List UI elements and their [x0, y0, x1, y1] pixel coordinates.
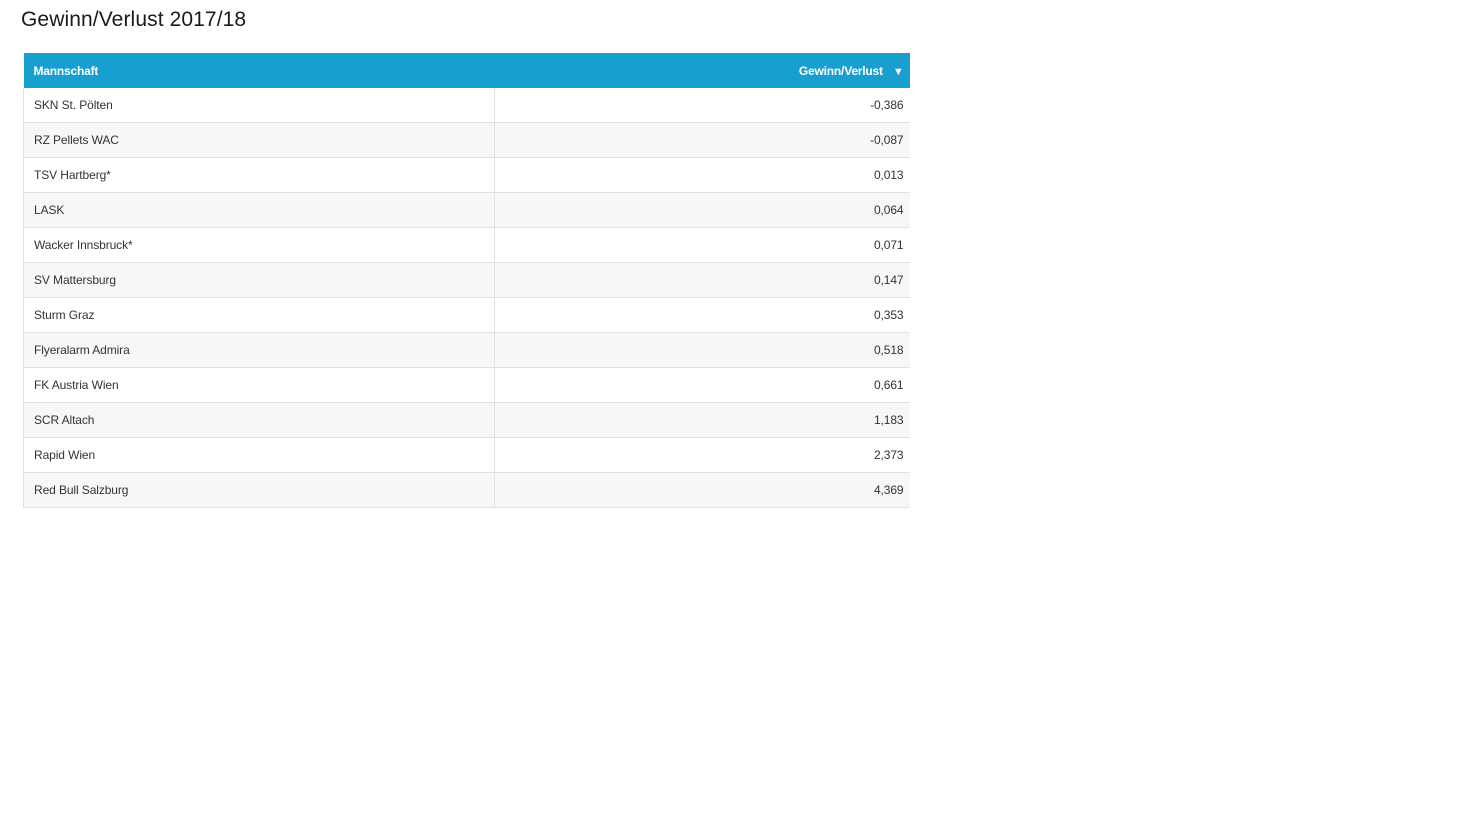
team-name-cell: TSV Hartberg*: [23, 157, 495, 193]
table-row: SCR Altach 1,183: [23, 402, 910, 438]
table-row: LASK 0,064: [23, 192, 910, 228]
sort-descending-icon[interactable]: ▼: [893, 66, 904, 78]
table-row: Red Bull Salzburg 4,369: [23, 472, 910, 508]
table-header-row: Mannschaft Gewinn/Verlust ▼: [23, 53, 910, 88]
data-table: Mannschaft Gewinn/Verlust ▼ SKN St. Pölte…: [23, 53, 910, 508]
column-header-team-label: Mannschaft: [33, 63, 99, 78]
profit-loss-cell: 0,661: [494, 367, 910, 403]
profit-loss-cell: -0,087: [494, 122, 910, 158]
data-table-container: Mannschaft Gewinn/Verlust ▼ SKN St. Pölte…: [23, 53, 910, 508]
profit-loss-cell: 0,353: [494, 297, 910, 333]
team-name-cell: RZ Pellets WAC: [23, 122, 495, 158]
team-name-cell: Wacker Innsbruck*: [23, 227, 495, 263]
profit-loss-cell: 4,369: [494, 472, 910, 508]
table-header: Mannschaft Gewinn/Verlust ▼: [23, 53, 910, 88]
table-row: Sturm Graz 0,353: [23, 297, 910, 333]
table-row: Rapid Wien 2,373: [23, 437, 910, 473]
team-name-cell: Sturm Graz: [23, 297, 495, 333]
team-name-cell: Red Bull Salzburg: [23, 472, 495, 508]
team-name-cell: SV Mattersburg: [23, 262, 495, 298]
team-name-cell: Rapid Wien: [23, 437, 495, 473]
profit-loss-cell: 0,071: [494, 227, 910, 263]
profit-loss-cell: 1,183: [494, 402, 910, 438]
table-row: Flyeralarm Admira 0,518: [23, 332, 910, 368]
table-body: SKN St. Pölten -0,386 RZ Pellets WAC -0,087…: [23, 88, 910, 508]
team-name-cell: FK Austria Wien: [23, 367, 495, 403]
table-row: FK Austria Wien 0,661: [23, 367, 910, 403]
profit-loss-cell: 0,147: [494, 262, 910, 298]
team-name-cell: Flyeralarm Admira: [23, 332, 495, 368]
table-row: SV Mattersburg 0,147: [23, 262, 910, 298]
profit-loss-cell: 0,518: [494, 332, 910, 368]
profit-loss-cell: -0,386: [494, 88, 910, 123]
profit-loss-cell: 0,064: [494, 192, 910, 228]
team-name-cell: LASK: [23, 192, 495, 228]
profit-loss-cell: 0,013: [494, 157, 910, 193]
table-row: SKN St. Pölten -0,386: [23, 88, 910, 123]
table-row: Wacker Innsbruck* 0,071: [23, 227, 910, 263]
column-header-value-label: Gewinn/Verlust: [798, 63, 883, 78]
column-header-value[interactable]: Gewinn/Verlust ▼: [494, 53, 910, 88]
team-name-cell: SCR Altach: [23, 402, 495, 438]
team-name-cell: SKN St. Pölten: [23, 88, 495, 123]
profit-loss-cell: 2,373: [494, 437, 910, 473]
table-row: TSV Hartberg* 0,013: [23, 157, 910, 193]
page-title: Gewinn/Verlust 2017/18: [21, 8, 247, 31]
table-row: RZ Pellets WAC -0,087: [23, 122, 910, 158]
column-header-team[interactable]: Mannschaft: [23, 53, 495, 88]
